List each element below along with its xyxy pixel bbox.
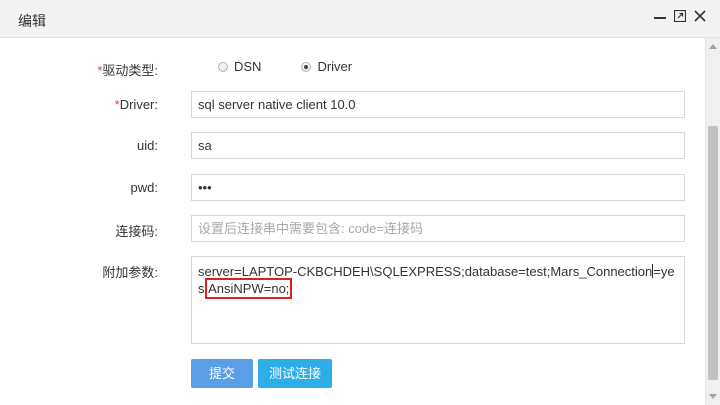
radio-driver-button[interactable] [301,61,312,72]
dialog-title: 编辑 [18,13,46,29]
dialog-titlebar: 编辑 [0,0,720,38]
radio-driver[interactable]: Driver [301,59,352,74]
minimize-icon[interactable] [654,17,666,19]
dialog-body: *驱动类型: DSN Driver *Driver: sql server na… [0,38,705,405]
driver-type-label: *驱动类型: [97,63,158,78]
scroll-up-icon[interactable] [709,44,717,49]
uid-label: uid: [137,138,158,153]
conn-code-label: 连接码: [115,224,158,239]
submit-button[interactable]: 提交 [191,359,253,388]
extra-params-text: server=LAPTOP-CKBCHDEH\SQLEXPRESS;databa… [198,264,653,279]
radio-dsn[interactable]: DSN [218,59,261,74]
window-controls [654,9,706,23]
uid-field[interactable]: sa [191,132,685,159]
driver-field[interactable]: sql server native client 10.0 [191,91,685,118]
maximize-icon[interactable] [673,9,687,23]
extra-params-textarea[interactable]: server=LAPTOP-CKBCHDEH\SQLEXPRESS;databa… [191,256,685,344]
pwd-field[interactable]: ••• [191,174,685,201]
driver-type-radio-group: DSN Driver [218,59,352,74]
extra-params-label: 附加参数: [102,265,158,280]
test-connection-button[interactable]: 测试连接 [258,359,332,388]
vertical-scrollbar[interactable] [705,38,720,405]
radio-dsn-button[interactable] [218,61,228,72]
scroll-down-icon[interactable] [709,394,717,399]
close-icon[interactable] [694,10,706,22]
driver-label: *Driver: [114,97,158,112]
radio-dsn-label: DSN [234,59,262,74]
highlighted-param: AnsiNPW=no; [205,278,293,299]
radio-driver-label: Driver [317,59,353,74]
conn-code-field[interactable]: 设置后连接串中需要包含: code=连接码 [191,215,685,242]
scroll-thumb[interactable] [708,126,718,380]
pwd-label: pwd: [130,180,158,195]
